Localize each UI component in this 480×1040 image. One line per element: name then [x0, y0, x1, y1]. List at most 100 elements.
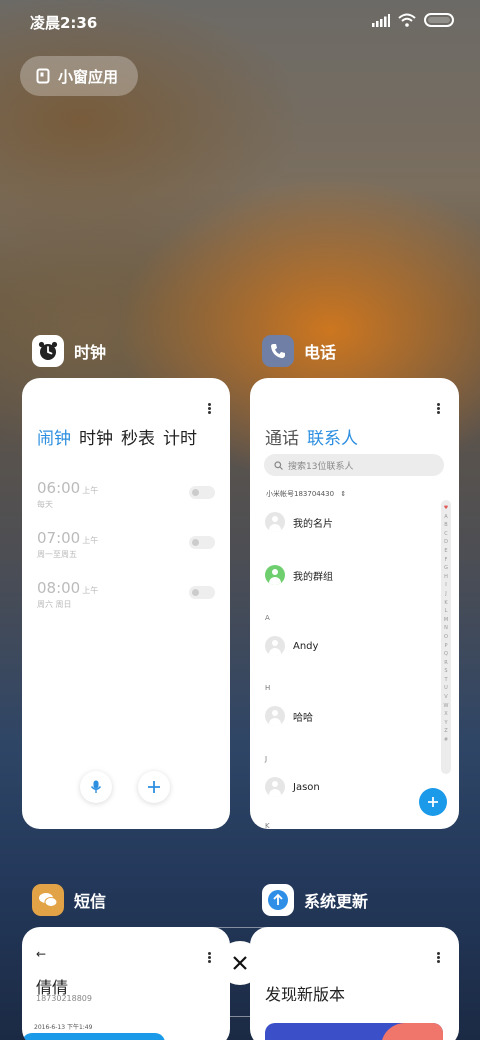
sms-app-icon [32, 884, 64, 916]
index-letter[interactable]: C [444, 530, 448, 539]
index-letter[interactable]: Q [444, 650, 448, 659]
alarm-repeat: 周六 周日 [37, 600, 72, 609]
index-letter[interactable]: I [445, 581, 446, 590]
index-letter[interactable]: K [444, 599, 447, 608]
app-label-clock[interactable]: 时钟 [32, 335, 106, 367]
voice-alarm-button[interactable] [80, 771, 112, 803]
section-header: H [265, 684, 271, 692]
section-header: J [265, 755, 268, 763]
message-bubble [22, 1033, 165, 1040]
alphabet-index-bar[interactable]: ♥ A B C D E F G H I J K L M N O P Q R S T U V W X Y Z # [441, 500, 451, 774]
conversation-contact-number: 18730218809 [36, 994, 92, 1003]
message-timestamp: 2016-6-13 下午1:49 [34, 1024, 93, 1031]
index-letter[interactable]: Y [444, 719, 447, 728]
more-options-icon[interactable] [208, 402, 212, 415]
index-letter[interactable]: T [444, 676, 447, 685]
contact-item[interactable]: Jason [265, 777, 320, 797]
clock-app-icon [32, 335, 64, 367]
microphone-icon [90, 780, 102, 793]
tab-timer[interactable]: 计时 [163, 424, 197, 449]
contact-name: Andy [293, 640, 319, 652]
index-letter[interactable]: X [444, 710, 447, 719]
add-contact-button[interactable] [419, 788, 447, 816]
tab-calls[interactable]: 通话 [265, 424, 299, 449]
index-letter[interactable]: ♥ [444, 504, 448, 513]
index-letter[interactable]: W [444, 702, 449, 711]
my-groups-item[interactable]: 我的群组 › [265, 565, 445, 585]
alarm-item[interactable]: 07:00 上午 周一至周五 [37, 528, 215, 568]
alarm-toggle[interactable] [189, 586, 215, 599]
more-options-icon[interactable] [437, 951, 441, 964]
wifi-icon [398, 13, 416, 27]
app-label-sms[interactable]: 短信 [32, 884, 106, 916]
index-letter[interactable]: Z [444, 727, 447, 736]
group-icon [265, 565, 285, 585]
more-options-icon[interactable] [437, 402, 441, 415]
sms-app-name: 短信 [74, 892, 107, 911]
app-label-system-update[interactable]: 系统更新 [262, 884, 368, 916]
my-card-label: 我的名片 [293, 518, 333, 530]
clear-all-button[interactable] [218, 941, 262, 985]
index-letter[interactable]: S [444, 667, 447, 676]
index-letter[interactable]: M [444, 616, 448, 625]
alarm-toggle[interactable] [189, 536, 215, 549]
index-letter[interactable]: B [444, 521, 447, 530]
search-placeholder: 搜索13位联系人 [288, 461, 354, 472]
index-letter[interactable]: H [444, 573, 448, 582]
section-header: K [265, 822, 270, 829]
chevron-updown-icon: ⇕ [340, 490, 347, 498]
alarm-item[interactable]: 06:00 上午 每天 [37, 478, 215, 518]
avatar [265, 512, 285, 532]
float-window-apps-button[interactable]: 小窗应用 [20, 56, 138, 96]
index-letter[interactable]: # [444, 736, 448, 745]
phone-app-card[interactable]: 通话 联系人 搜索13位联系人 小米帐号183704430 ⇕ 我的名片 我的群… [250, 378, 459, 829]
index-letter[interactable]: L [445, 607, 448, 616]
contact-item[interactable]: Andy [265, 636, 318, 656]
alarm-time: 06:00 [37, 479, 81, 497]
alarm-ampm: 上午 [82, 536, 99, 545]
index-letter[interactable]: D [444, 538, 448, 547]
mi-account-selector[interactable]: 小米帐号183704430 ⇕ [266, 489, 346, 499]
contact-search-input[interactable]: 搜索13位联系人 [264, 454, 444, 476]
app-label-phone[interactable]: 电话 [262, 335, 336, 367]
tab-contacts[interactable]: 联系人 [307, 424, 358, 449]
system-update-app-name: 系统更新 [304, 892, 369, 911]
signal-icon [372, 13, 390, 27]
index-letter[interactable]: F [445, 556, 448, 565]
index-letter[interactable]: N [444, 624, 448, 633]
section-header: A [265, 614, 270, 622]
system-update-app-icon [262, 884, 294, 916]
index-letter[interactable]: P [444, 642, 447, 651]
my-card-item[interactable]: 我的名片 [265, 512, 333, 532]
avatar [265, 777, 285, 797]
phone-app-name: 电话 [304, 343, 337, 362]
index-letter[interactable]: R [444, 659, 447, 668]
small-window-icon [36, 68, 50, 84]
add-alarm-button[interactable] [138, 771, 170, 803]
alarm-time: 08:00 [37, 579, 81, 597]
index-letter[interactable]: O [444, 633, 448, 642]
index-letter[interactable]: U [444, 684, 448, 693]
alarm-ampm: 上午 [82, 586, 99, 595]
index-letter[interactable]: J [445, 590, 446, 599]
index-letter[interactable]: G [444, 564, 448, 573]
alarm-item[interactable]: 08:00 上午 周六 周日 [37, 578, 215, 618]
my-groups-label: 我的群组 [293, 571, 333, 583]
index-letter[interactable]: V [444, 693, 447, 702]
tab-alarm[interactable]: 闹钟 [37, 424, 71, 449]
avatar [265, 636, 285, 656]
contact-item[interactable]: 哈哈 [265, 706, 313, 726]
alarm-time: 07:00 [37, 529, 81, 547]
clock-app-card[interactable]: 闹钟 时钟 秒表 计时 06:00 上午 每天 07:00 上午 周一至周五 08:… [22, 378, 230, 829]
index-letter[interactable]: A [444, 513, 447, 522]
alarm-repeat: 每天 [37, 500, 53, 509]
phone-app-icon [262, 335, 294, 367]
plus-icon [148, 781, 160, 793]
alarm-toggle[interactable] [189, 486, 215, 499]
search-icon [274, 460, 283, 470]
update-banner [265, 1023, 443, 1040]
tab-stopwatch[interactable]: 秒表 [121, 424, 155, 449]
back-arrow-icon[interactable]: ← [36, 947, 46, 961]
tab-clock[interactable]: 时钟 [79, 424, 113, 449]
index-letter[interactable]: E [444, 547, 447, 556]
